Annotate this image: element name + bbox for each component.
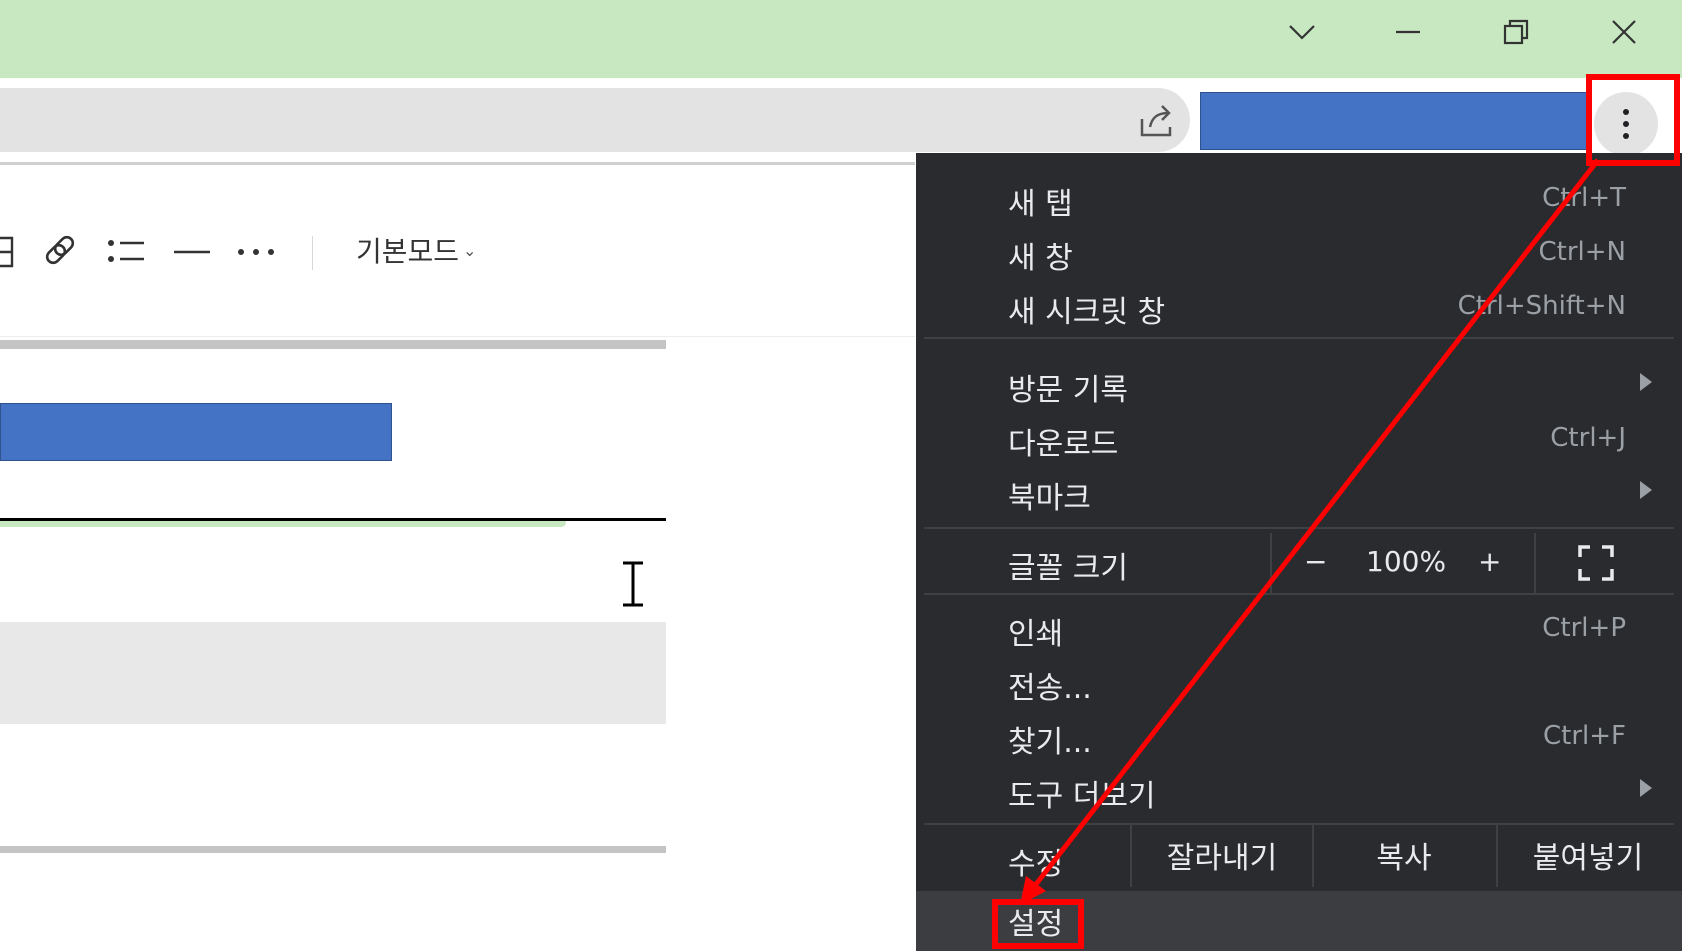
table-icon[interactable] xyxy=(0,232,16,272)
menu-item-downloads[interactable]: 다운로드 Ctrl+J xyxy=(916,413,1682,465)
menu-zoom-row: 글꼴 크기 − 100% + xyxy=(916,533,1682,593)
title-bar xyxy=(0,0,1682,78)
annotation-highlight-menu-button xyxy=(1586,74,1680,166)
menu-separator xyxy=(924,337,1674,339)
content-block xyxy=(0,622,666,724)
menu-item-find[interactable]: 찾기... Ctrl+F xyxy=(916,711,1682,763)
menu-item-new-window[interactable]: 새 창 Ctrl+N xyxy=(916,227,1682,279)
restore-icon[interactable] xyxy=(1488,10,1544,54)
menu-item-shortcut: Ctrl+P xyxy=(1542,613,1626,643)
zoom-separator xyxy=(1270,533,1272,593)
toolbar-separator xyxy=(312,236,313,270)
menu-item-print[interactable]: 인쇄 Ctrl+P xyxy=(916,603,1682,655)
chevron-down-icon: ⌄ xyxy=(463,240,477,260)
menu-item-label: 도구 더보기 xyxy=(1008,779,1156,814)
page-divider xyxy=(0,162,915,165)
menu-separator xyxy=(924,593,1674,595)
paste-button[interactable]: 붙여넣기 xyxy=(1498,833,1678,877)
menu-item-label: 찾기... xyxy=(1008,725,1092,760)
copy-button[interactable]: 복사 xyxy=(1314,833,1494,877)
redaction-bar xyxy=(0,403,392,461)
text-cursor-icon xyxy=(618,560,648,608)
submenu-arrow-icon xyxy=(1640,373,1652,391)
menu-item-more-tools[interactable]: 도구 더보기 xyxy=(916,765,1682,817)
menu-item-shortcut: Ctrl+F xyxy=(1542,721,1626,751)
menu-item-cast[interactable]: 전송... xyxy=(916,657,1682,709)
menu-item-shortcut: Ctrl+Shift+N xyxy=(1457,291,1626,321)
profile-redaction-bar xyxy=(1200,92,1592,150)
menu-item-label: 새 시크릿 창 xyxy=(1008,295,1166,330)
toolbar-border xyxy=(0,336,915,337)
fullscreen-icon[interactable] xyxy=(1578,545,1614,585)
menu-item-label: 북마크 xyxy=(1008,481,1091,516)
menu-item-history[interactable]: 방문 기록 xyxy=(916,359,1682,411)
close-icon[interactable] xyxy=(1596,10,1652,54)
menu-edit-row: 수정 잘라내기 복사 붙여넣기 xyxy=(916,825,1682,887)
menu-item-label: 다운로드 xyxy=(1008,427,1119,462)
list-icon[interactable] xyxy=(106,232,146,272)
submenu-arrow-icon xyxy=(1640,779,1652,797)
more-options-icon[interactable] xyxy=(236,232,276,272)
zoom-out-button[interactable]: − xyxy=(1304,545,1327,578)
zoom-separator xyxy=(1534,533,1536,593)
editor-toolbar: 기본모드 ⌄ xyxy=(0,210,915,290)
menu-item-shortcut: Ctrl+T xyxy=(1542,183,1626,213)
menu-item-label: 전송... xyxy=(1008,671,1092,706)
mode-select[interactable]: 기본모드 ⌄ xyxy=(356,230,476,270)
menu-item-label: 새 탭 xyxy=(1008,187,1073,222)
menu-item-label: 새 창 xyxy=(1008,241,1073,276)
menu-item-label: 방문 기록 xyxy=(1008,373,1128,408)
mode-select-label: 기본모드 xyxy=(356,235,460,268)
menu-item-bookmarks[interactable]: 북마크 xyxy=(916,467,1682,519)
submenu-arrow-icon xyxy=(1640,481,1652,499)
menu-separator xyxy=(924,527,1674,529)
link-icon[interactable] xyxy=(40,232,80,272)
zoom-label: 글꼴 크기 xyxy=(1008,551,1128,586)
chrome-menu: 새 탭 Ctrl+T 새 창 Ctrl+N 새 시크릿 창 Ctrl+Shift… xyxy=(916,153,1682,951)
horizontal-rule-icon[interactable] xyxy=(172,232,212,272)
cut-button[interactable]: 잘라내기 xyxy=(1132,833,1312,877)
menu-item-shortcut: Ctrl+N xyxy=(1538,237,1627,267)
zoom-level: 100% xyxy=(1366,545,1447,578)
annotation-highlight-settings xyxy=(992,899,1084,949)
menu-item-shortcut: Ctrl+J xyxy=(1550,423,1626,453)
minimize-icon[interactable] xyxy=(1380,10,1436,54)
share-icon[interactable] xyxy=(1136,98,1180,142)
content-divider xyxy=(0,340,666,349)
menu-item-label: 인쇄 xyxy=(1008,617,1064,652)
zoom-in-button[interactable]: + xyxy=(1478,545,1501,578)
content-rule xyxy=(0,518,666,521)
omnibox[interactable] xyxy=(0,88,1190,152)
edit-label: 수정 xyxy=(1008,847,1064,882)
tab-search-chevron-icon[interactable] xyxy=(1274,10,1330,54)
menu-item-incognito[interactable]: 새 시크릿 창 Ctrl+Shift+N xyxy=(916,281,1682,333)
address-bar xyxy=(0,78,1682,162)
content-divider xyxy=(0,846,666,853)
menu-item-new-tab[interactable]: 새 탭 Ctrl+T xyxy=(916,173,1682,225)
